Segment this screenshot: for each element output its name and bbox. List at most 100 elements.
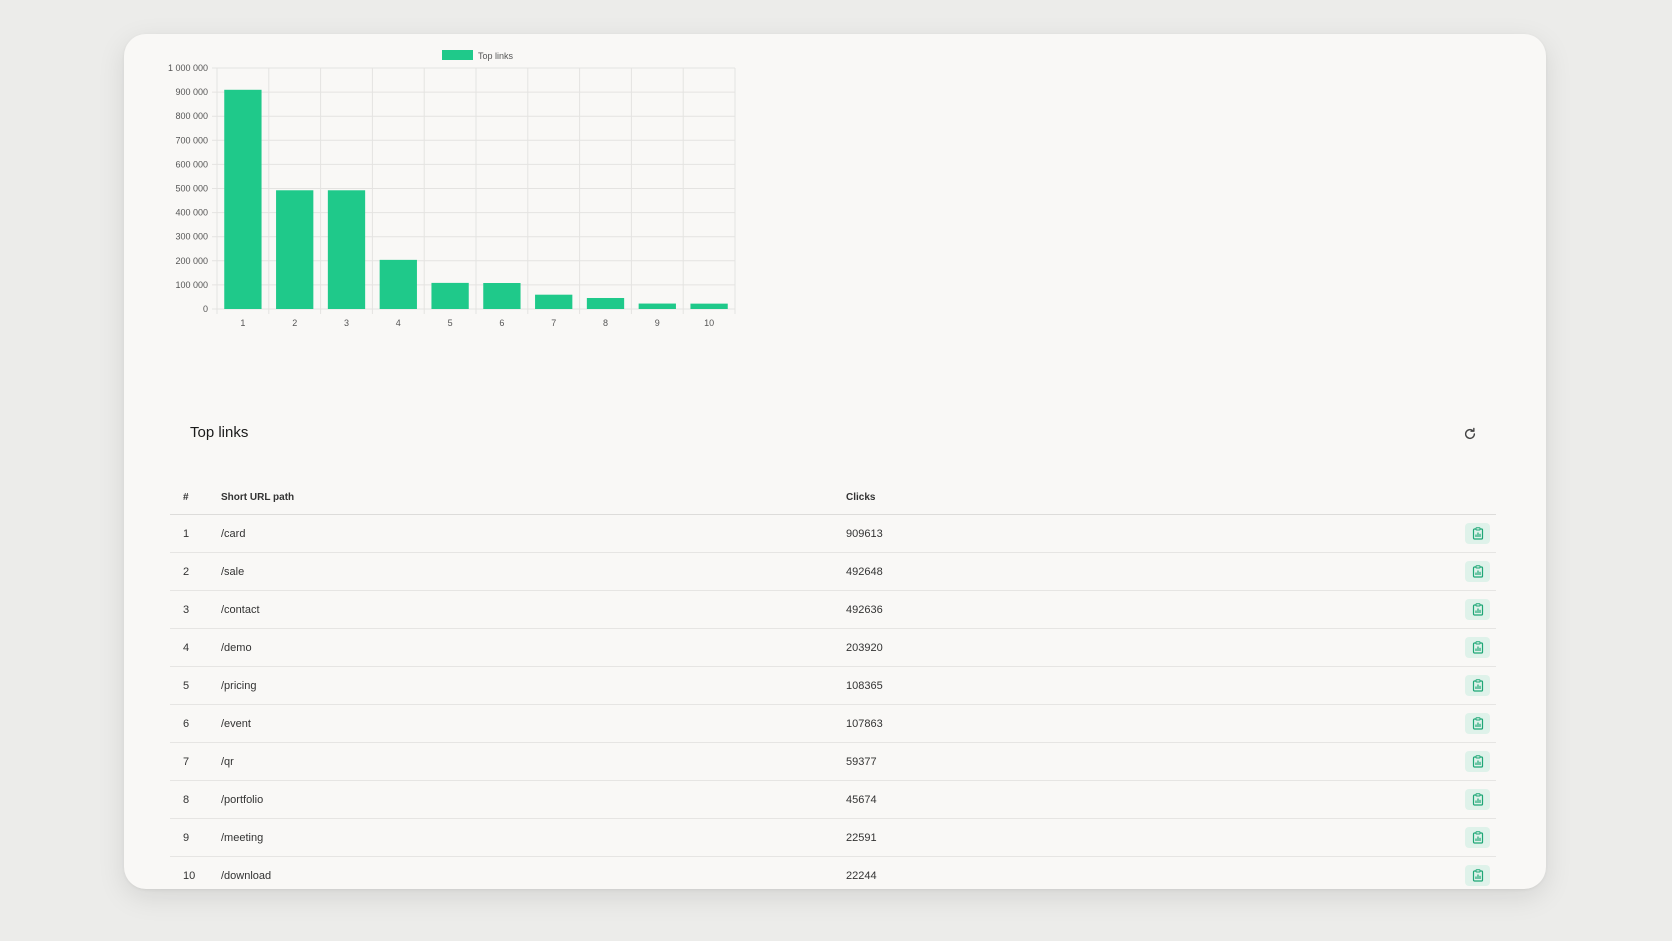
table-row: 10/download 22244 [170, 857, 1496, 890]
table-row: 5/pricing 108365 [170, 666, 1496, 705]
legend-swatch [442, 50, 473, 60]
x-tick-label: 9 [655, 318, 660, 328]
bar [535, 294, 573, 309]
refresh-icon [1464, 427, 1476, 440]
view-stats-button[interactable] [1465, 751, 1490, 772]
view-stats-button[interactable] [1465, 561, 1490, 582]
row-number: 7 [170, 742, 221, 781]
table-header-row: # Short URL path Clicks [170, 480, 1496, 515]
short-url-path: /event [221, 704, 846, 743]
y-tick-label: 700 000 [175, 135, 208, 145]
top-links-table: # Short URL path Clicks 1/card 909613 2/sa… [170, 480, 1496, 889]
view-stats-button[interactable] [1465, 637, 1490, 658]
x-tick-label: 6 [499, 318, 504, 328]
view-stats-button[interactable] [1465, 675, 1490, 696]
view-stats-button[interactable] [1465, 789, 1490, 810]
y-tick-label: 800 000 [175, 111, 208, 121]
row-number: 2 [170, 552, 221, 591]
x-tick-label: 3 [344, 318, 349, 328]
x-tick-label: 4 [396, 318, 401, 328]
row-number: 8 [170, 780, 221, 819]
refresh-button[interactable] [1461, 425, 1479, 443]
click-count: 492636 [846, 590, 1436, 629]
y-tick-label: 1 000 000 [168, 63, 208, 73]
view-stats-button[interactable] [1465, 865, 1490, 886]
legend-label: Top links [478, 51, 514, 61]
click-count: 108365 [846, 666, 1436, 705]
table-row: 8/portfolio 45674 [170, 780, 1496, 819]
row-number: 10 [183, 869, 196, 882]
bar [327, 190, 366, 309]
row-number: 6 [170, 704, 221, 743]
x-tick-label: 1 [240, 318, 245, 328]
short-url-path: /card [221, 514, 846, 553]
click-count: 203920 [846, 628, 1436, 667]
bar-chart-icon [1472, 869, 1483, 882]
bar-chart-icon [1472, 527, 1483, 540]
table-row: 2/sale 492648 [170, 552, 1496, 591]
x-tick-label: 10 [704, 318, 714, 328]
click-count: 22244 [846, 869, 877, 882]
y-tick-label: 500 000 [175, 184, 208, 194]
bar-chart-icon [1472, 793, 1483, 806]
x-tick-label: 2 [292, 318, 297, 328]
bar-chart-icon [1472, 603, 1483, 616]
y-tick-label: 100 000 [175, 280, 208, 290]
bar [586, 297, 625, 309]
table-row: 3/contact 492636 [170, 590, 1496, 629]
view-stats-button[interactable] [1465, 599, 1490, 620]
x-tick-label: 7 [551, 318, 556, 328]
bar [276, 190, 314, 309]
row-number: 3 [170, 590, 221, 629]
column-header-clicks: Clicks [846, 480, 1436, 515]
top-links-bar-chart: 0 100 000 200 000 300 000 400 000 500 000 600 … [168, 50, 736, 328]
bar-chart-icon [1472, 831, 1483, 844]
view-stats-button[interactable] [1465, 827, 1490, 848]
bar-chart-icon [1472, 641, 1483, 654]
bar-chart-icon [1472, 565, 1483, 578]
bar [224, 89, 262, 309]
table-row: 6/event 107863 [170, 704, 1496, 743]
click-count: 22591 [846, 818, 1436, 857]
bar-chart-icon [1472, 679, 1483, 692]
y-tick-label: 200 000 [175, 256, 208, 266]
bar [690, 303, 728, 309]
click-count: 45674 [846, 780, 1436, 819]
table-row: 1/card 909613 [170, 514, 1496, 553]
row-number: 1 [170, 514, 221, 553]
bar [379, 259, 417, 309]
short-url-path: /contact [221, 590, 846, 629]
y-tick-label: 0 [203, 304, 208, 314]
short-url-path: /sale [221, 552, 846, 591]
dashboard-card: 0 100 000 200 000 300 000 400 000 500 000 600 … [124, 34, 1546, 889]
short-url-path: /qr [221, 742, 846, 781]
y-tick-label: 300 000 [175, 232, 208, 242]
click-count: 59377 [846, 742, 1436, 781]
y-tick-label: 400 000 [175, 208, 208, 218]
x-tick-label: 8 [603, 318, 608, 328]
row-number: 4 [170, 628, 221, 667]
column-header-path: Short URL path [221, 480, 846, 515]
bar [638, 303, 676, 309]
bar-chart-icon [1472, 755, 1483, 768]
row-number: 9 [170, 818, 221, 857]
short-url-path: /demo [221, 628, 846, 667]
click-count: 107863 [846, 704, 1436, 743]
short-url-path: /meeting [221, 818, 846, 857]
column-header-actions [1436, 480, 1496, 515]
section-title: Top links [190, 424, 249, 441]
click-count: 492648 [846, 552, 1436, 591]
bar-chart-icon [1472, 717, 1483, 730]
table-row: 7/qr 59377 [170, 742, 1496, 781]
short-url-path: /download [221, 869, 272, 882]
view-stats-button[interactable] [1465, 713, 1490, 734]
short-url-path: /portfolio [221, 780, 846, 819]
x-tick-label: 5 [448, 318, 453, 328]
view-stats-button[interactable] [1465, 523, 1490, 544]
bar [431, 282, 469, 309]
y-tick-label: 900 000 [175, 87, 208, 97]
table-row: 4/demo 203920 [170, 628, 1496, 667]
bar [483, 283, 521, 309]
column-header-number: # [170, 480, 221, 515]
table-row: 9/meeting 22591 [170, 818, 1496, 857]
